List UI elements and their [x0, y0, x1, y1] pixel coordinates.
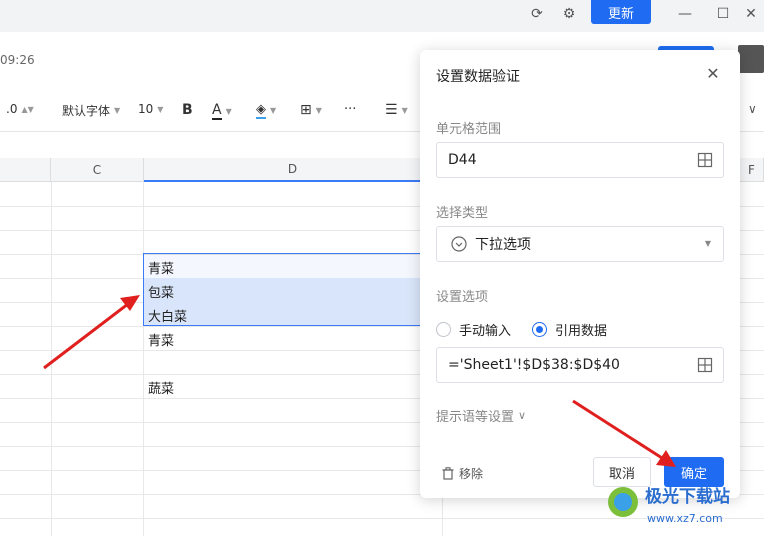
logo-icon	[608, 487, 638, 517]
arrow-left	[43, 295, 140, 370]
watermark-text: 极光下载站	[645, 487, 730, 507]
arrow-right	[572, 399, 676, 467]
annotation-arrows	[43, 295, 676, 467]
watermark-url: www.xz7.com	[647, 512, 723, 525]
watermark-logo: 极光下载站 www.xz7.com	[605, 482, 760, 532]
